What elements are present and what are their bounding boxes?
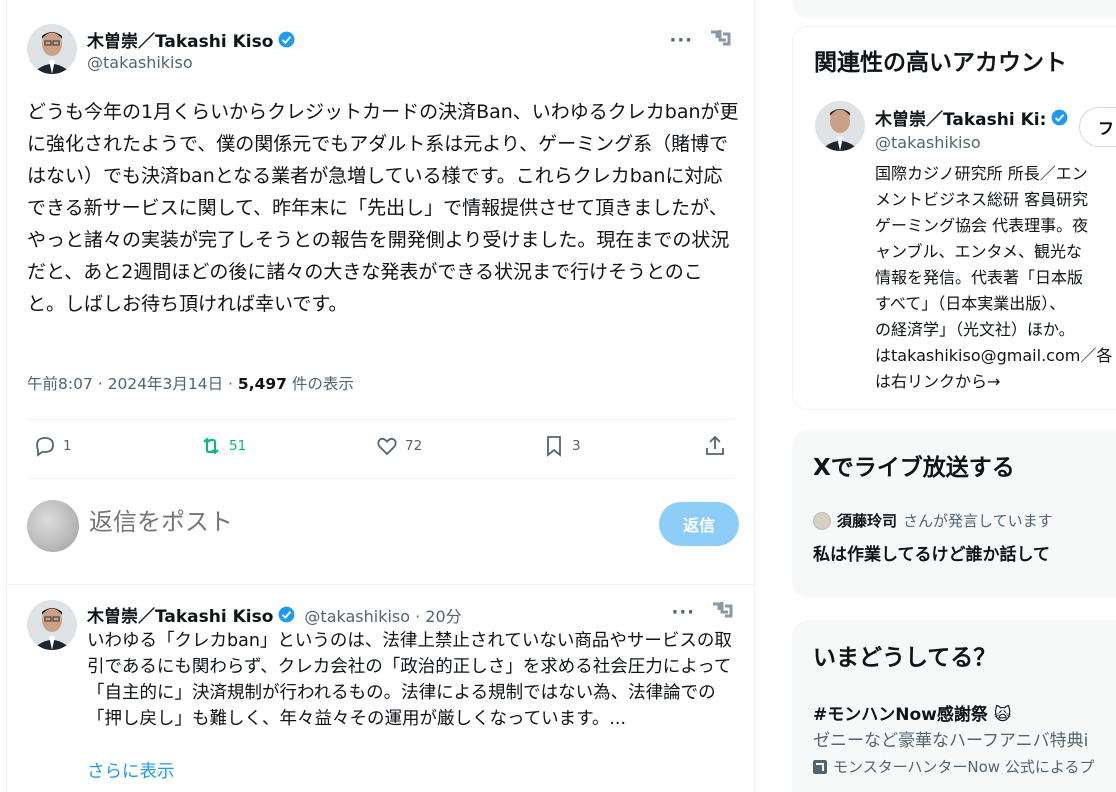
- verified-badge-icon: [279, 606, 295, 623]
- live-host-suffix: さんが発言しています: [903, 512, 1053, 530]
- current-user-avatar[interactable]: [27, 500, 79, 552]
- divider: [27, 478, 735, 479]
- related-account-name-line[interactable]: 木曽崇／Takashi Ki:: [875, 105, 1075, 130]
- reply-handle-time[interactable]: @takashikiso · 20分: [304, 603, 461, 627]
- verified-badge-icon: [279, 31, 295, 48]
- tweet-timestamp[interactable]: 午前8:07 · 2024年3月14日 ·: [27, 375, 238, 393]
- reply-submit-button[interactable]: 返信: [659, 502, 739, 546]
- related-account-bio: 国際カジノ研究所 所長／エン メントビジネス総研 客員研究 ゲーミング協会 代表…: [875, 164, 1113, 391]
- trend-promo-text: モンスターハンターNow 公式によるプ: [833, 758, 1095, 776]
- reply-input[interactable]: [89, 508, 589, 536]
- grok-icon[interactable]: [709, 28, 731, 48]
- retweet-icon: [203, 437, 219, 455]
- reply-icon: [36, 437, 54, 457]
- related-accounts-title: 関連性の高いアカウント: [814, 50, 1067, 76]
- trend-promoted-by[interactable]: モンスターハンターNow 公式によるプ: [813, 756, 1094, 777]
- like-button[interactable]: 72: [375, 434, 422, 458]
- follow-button[interactable]: フ: [1079, 107, 1116, 147]
- heart-icon: [377, 437, 397, 456]
- promoted-icon: [813, 759, 827, 774]
- reply-button[interactable]: 1: [33, 434, 72, 458]
- live-host[interactable]: 須藤玲司 さんが発言しています: [813, 510, 1053, 531]
- bookmark-button[interactable]: 3: [542, 434, 581, 458]
- retweet-count: 51: [229, 438, 247, 454]
- tweet-text: どうも今年の1月くらいからクレジットカードの決済Ban、いわゆるクレカbanが更…: [27, 101, 739, 315]
- search-card-bottom: [792, 0, 1116, 18]
- host-avatar-icon: [813, 511, 831, 530]
- share-button[interactable]: [703, 434, 727, 458]
- reply-author-name[interactable]: 木曽崇／Takashi Kiso: [87, 602, 273, 627]
- more-options-icon[interactable]: ···: [669, 30, 693, 51]
- bookmark-count: 3: [572, 438, 581, 454]
- like-count: 72: [405, 438, 423, 454]
- trends-title: いまどうしてる？: [813, 645, 997, 671]
- related-account-handle[interactable]: @takashikiso: [875, 133, 981, 152]
- author-avatar[interactable]: [27, 600, 77, 650]
- reply-composer: 返信: [27, 498, 739, 554]
- reply-author-line[interactable]: 木曽崇／Takashi Kiso @takashikiso · 20分: [87, 602, 462, 628]
- author-handle[interactable]: @takashikiso: [87, 53, 193, 72]
- live-space-title[interactable]: 私は作業してるけど誰か話して: [813, 540, 1050, 565]
- reply-tweet-text: いわゆる「クレカban」というのは、法律上禁止されていない商品やサービスの取引で…: [87, 631, 732, 729]
- bookmark-icon: [547, 436, 561, 457]
- views-count: 5,497: [237, 375, 287, 393]
- tweet-header: 木曽崇／Takashi Kiso @takashikiso ···: [27, 24, 737, 80]
- trends-card: いまどうしてる？ #モンハンNow感謝祭 🙀 ゼニーなど豪華なハーフアニバ特典i…: [792, 620, 1116, 792]
- author-name-line[interactable]: 木曽崇／Takashi Kiso: [87, 27, 296, 52]
- reply-count: 1: [63, 438, 72, 454]
- show-more-link[interactable]: さらに表示: [87, 758, 175, 783]
- share-icon: [706, 435, 724, 455]
- grok-icon[interactable]: [711, 600, 733, 620]
- tweet-actions: 1 51 72 3: [27, 420, 735, 478]
- tweet-meta: 午前8:07 · 2024年3月14日 · 5,497 件の表示: [27, 372, 354, 394]
- main-column: 木曽崇／Takashi Kiso @takashikiso ··· どうも今年の…: [6, 0, 756, 792]
- retweet-button[interactable]: 51: [199, 434, 246, 458]
- author-name[interactable]: 木曽崇／Takashi Kiso: [87, 27, 273, 52]
- related-account-avatar[interactable]: [815, 101, 865, 151]
- author-avatar[interactable]: [27, 24, 77, 74]
- related-accounts-card: 関連性の高いアカウント 木曽崇／Takashi Ki: @takashikiso…: [792, 26, 1116, 410]
- more-options-icon[interactable]: ···: [671, 602, 695, 623]
- trend-hashtag[interactable]: #モンハンNow感謝祭 🙀: [813, 700, 1012, 725]
- live-host-name: 須藤玲司: [837, 512, 898, 530]
- related-account-name[interactable]: 木曽崇／Takashi Ki:: [875, 105, 1046, 130]
- live-spaces-card: Xでライブ放送する 須藤玲司 さんが発言しています 私は作業してるけど誰か話して: [792, 430, 1116, 598]
- views-label: 件の表示: [286, 375, 354, 393]
- divider: [7, 584, 756, 585]
- live-spaces-title: Xでライブ放送する: [813, 455, 1015, 481]
- trend-description[interactable]: ゼニーなど豪華なハーフアニバ特典i: [813, 726, 1088, 751]
- verified-badge-icon: [1052, 109, 1068, 126]
